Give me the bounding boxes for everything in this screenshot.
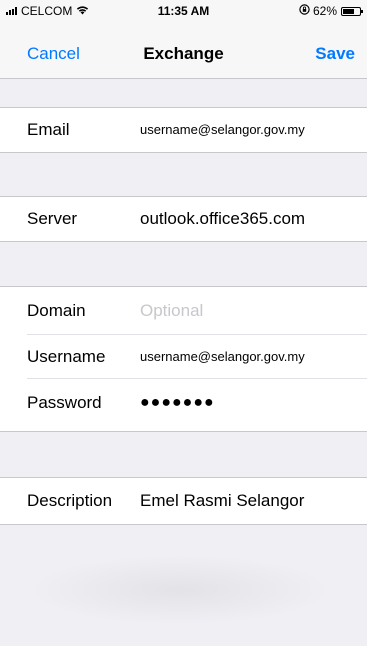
email-label: Email xyxy=(27,120,70,139)
battery-icon xyxy=(341,6,363,16)
description-section: Description Emel Rasmi Selangor xyxy=(0,477,367,525)
server-label: Server xyxy=(27,209,78,228)
save-button[interactable]: Save xyxy=(315,44,355,64)
email-field[interactable]: username@selangor.gov.my xyxy=(140,108,305,152)
status-right: 62% xyxy=(299,4,363,18)
server-row[interactable]: Server outlook.office365.com xyxy=(0,197,367,241)
email-section: Email username@selangor.gov.my xyxy=(0,107,367,153)
password-row[interactable]: Password ●●●●●●● xyxy=(0,379,367,431)
password-label: Password xyxy=(27,393,102,412)
empty-background xyxy=(0,525,367,646)
credentials-section: Domain Optional Username username@selang… xyxy=(0,286,367,432)
server-field[interactable]: outlook.office365.com xyxy=(140,197,305,241)
blurred-background-shape xyxy=(30,555,330,625)
username-row[interactable]: Username username@selangor.gov.my xyxy=(0,335,367,379)
password-field[interactable]: ●●●●●●● xyxy=(140,379,215,427)
username-field[interactable]: username@selangor.gov.my xyxy=(140,335,305,379)
domain-label: Domain xyxy=(27,301,86,320)
description-row[interactable]: Description Emel Rasmi Selangor xyxy=(0,478,367,524)
domain-row[interactable]: Domain Optional xyxy=(0,287,367,335)
domain-field[interactable]: Optional xyxy=(140,287,203,335)
email-row[interactable]: Email username@selangor.gov.my xyxy=(0,108,367,152)
server-section: Server outlook.office365.com xyxy=(0,196,367,242)
page-title: Exchange xyxy=(143,44,224,63)
battery-percent: 62% xyxy=(312,4,337,18)
description-label: Description xyxy=(27,491,113,510)
status-bar: CELCOM 11:35 AM 62% xyxy=(0,0,367,20)
navigation-bar: Cancel Exchange Save xyxy=(0,20,367,79)
username-label: Username xyxy=(27,347,106,366)
description-field[interactable]: Emel Rasmi Selangor xyxy=(140,478,304,524)
rotation-lock-icon xyxy=(299,4,310,18)
